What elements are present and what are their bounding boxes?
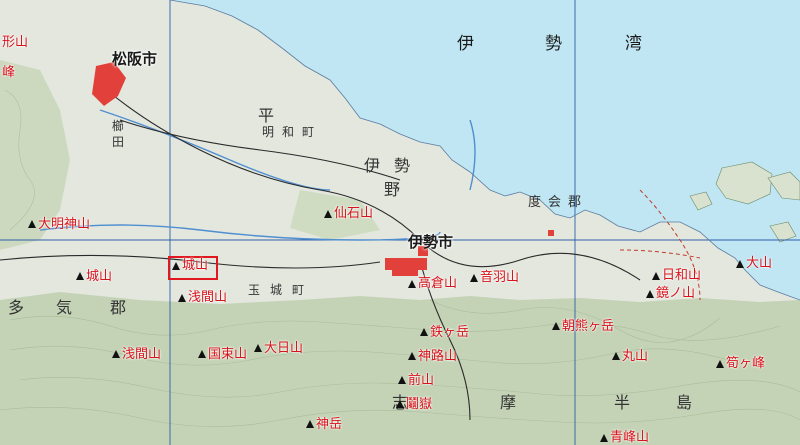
feature-label[interactable]: 大山 xyxy=(746,257,772,270)
plain-char-2: 勢 xyxy=(394,156,411,175)
feature-label[interactable]: 朝熊ヶ岳 xyxy=(562,320,614,333)
feature-label[interactable]: 神岳 xyxy=(316,418,342,431)
city-label-matsusaka[interactable]: 松阪市 xyxy=(112,52,157,67)
peninsula-char-2: 摩 xyxy=(500,393,517,412)
mountain-icon xyxy=(306,420,314,428)
feature-label[interactable]: 国束山 xyxy=(208,348,247,361)
feature-label[interactable]: 城山 xyxy=(86,270,112,283)
feature-label[interactable]: 城山 xyxy=(182,259,208,272)
peninsula-char-4: 島 xyxy=(676,393,693,412)
feature-label[interactable]: 浅間山 xyxy=(122,348,161,361)
mountain-icon xyxy=(112,350,120,358)
mountain-icon xyxy=(736,260,744,268)
mountain-icon xyxy=(408,280,416,288)
mountain-icon xyxy=(396,400,404,408)
topographic-map[interactable]: 伊 勢 湾 松阪市 伊勢市 多 気 郡 度 会 郡 伊 勢 平 野 志 摩 半 … xyxy=(0,0,800,445)
district-watarai-char-1: 度 xyxy=(528,195,542,210)
district-taki-char-2: 気 xyxy=(56,298,73,317)
feature-label[interactable]: 前山 xyxy=(408,374,434,387)
mountain-icon xyxy=(408,352,416,360)
place-kushida-1: 櫛 xyxy=(112,119,125,133)
mountain-icon xyxy=(420,328,428,336)
feature-label[interactable]: 鏡ノ山 xyxy=(656,287,695,300)
feature-label[interactable]: 大日山 xyxy=(264,342,303,355)
mountain-icon xyxy=(172,262,180,270)
district-watarai-char-2: 会 xyxy=(548,195,562,210)
feature-label[interactable]: 筍ヶ峰 xyxy=(726,357,765,370)
place-meiwa-3: 町 xyxy=(302,125,315,139)
mountain-icon xyxy=(28,220,36,228)
mountain-icon xyxy=(652,272,660,280)
mountain-icon xyxy=(324,210,332,218)
place-tamaki-1: 玉 xyxy=(248,283,261,297)
mountain-icon xyxy=(470,274,478,282)
bay-name-char-2: 勢 xyxy=(545,34,562,54)
district-watarai-char-3: 郡 xyxy=(568,195,582,210)
mountain-icon xyxy=(646,290,654,298)
plain-char-4: 野 xyxy=(384,180,401,199)
place-tamaki-2: 城 xyxy=(270,283,283,297)
feature-label[interactable]: 高倉山 xyxy=(418,277,457,290)
feature-label[interactable]: 音羽山 xyxy=(480,271,519,284)
district-taki-char-1: 多 xyxy=(8,298,25,317)
plain-char-3: 平 xyxy=(258,106,275,125)
feature-label[interactable]: 浅間山 xyxy=(188,291,227,304)
mountain-icon xyxy=(398,376,406,384)
mountain-icon xyxy=(600,434,608,442)
mountain-icon xyxy=(76,272,84,280)
bay-name-char-3: 湾 xyxy=(625,34,642,54)
feature-label[interactable]: 仙石山 xyxy=(334,207,373,220)
city-label-ise[interactable]: 伊勢市 xyxy=(408,235,453,250)
feature-label[interactable]: 大明神山 xyxy=(38,218,90,231)
feature-label[interactable]: 鬮嶽 xyxy=(406,398,432,411)
place-kushida-2: 田 xyxy=(112,135,125,149)
edge-label-left-top: 形山 xyxy=(2,35,29,50)
mountain-icon xyxy=(178,294,186,302)
feature-label[interactable]: 青峰山 xyxy=(610,431,649,444)
mountain-icon xyxy=(552,322,560,330)
feature-label[interactable]: 神路山 xyxy=(418,350,457,363)
mountain-icon xyxy=(716,360,724,368)
feature-label[interactable]: 丸山 xyxy=(622,350,648,363)
plain-char-1: 伊 xyxy=(364,156,381,175)
mountain-icon xyxy=(612,352,620,360)
place-meiwa-2: 和 xyxy=(282,125,295,139)
district-taki-char-3: 郡 xyxy=(110,298,127,317)
mountain-icon xyxy=(198,350,206,358)
feature-label[interactable]: 鉄ヶ岳 xyxy=(430,326,469,339)
edge-label-left-second: 峰 xyxy=(2,65,16,80)
mountain-icon xyxy=(254,344,262,352)
place-meiwa-1: 明 xyxy=(262,125,275,139)
peninsula-char-3: 半 xyxy=(614,393,631,412)
place-tamaki-3: 町 xyxy=(292,283,305,297)
feature-label[interactable]: 日和山 xyxy=(662,269,701,282)
bay-name-char-1: 伊 xyxy=(457,34,474,54)
